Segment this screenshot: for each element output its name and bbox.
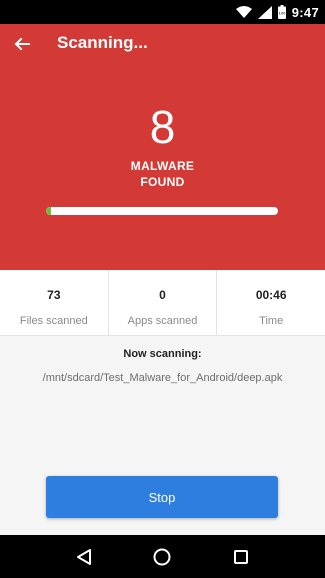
status-time: 9:47	[291, 4, 319, 20]
wifi-icon	[235, 6, 252, 18]
status-bar: 100 9:47	[0, 0, 325, 24]
stat-value: 00:46	[255, 288, 287, 302]
recents-square-icon	[233, 549, 248, 564]
malware-count: 8	[149, 101, 176, 153]
navigation-bar	[0, 535, 325, 578]
scan-header: Scanning... 8 MALWARE FOUND	[0, 24, 325, 270]
stat-files-scanned: 73 Files scanned	[0, 270, 109, 335]
scan-progress-bar	[46, 207, 278, 215]
arrow-left-icon	[14, 37, 30, 51]
stat-value: 0	[159, 288, 166, 302]
stat-label: Files scanned	[19, 315, 88, 327]
svg-text:100: 100	[278, 11, 285, 16]
status-label-line2: FOUND	[140, 175, 185, 189]
battery-icon: 100	[277, 5, 286, 19]
stop-button[interactable]: Stop	[46, 476, 278, 518]
nav-back-button[interactable]	[72, 545, 96, 569]
nav-recents-button[interactable]	[229, 545, 253, 569]
stat-value: 73	[47, 288, 61, 302]
page-title: Scanning...	[57, 33, 148, 52]
now-scanning-label: Now scanning:	[123, 348, 202, 360]
stats-panel: 73 Files scanned 0 Apps scanned 00:46 Ti…	[0, 270, 325, 336]
scanning-file-path: /mnt/sdcard/Test_Malware_for_Android/dee…	[42, 372, 283, 384]
signal-icon	[257, 5, 272, 19]
scan-progress-fill	[46, 207, 51, 215]
nav-home-button[interactable]	[150, 545, 174, 569]
malware-found-label: MALWARE FOUND	[0, 158, 325, 190]
stat-apps-scanned: 0 Apps scanned	[109, 270, 218, 335]
status-icons: 100 9:47	[235, 0, 319, 24]
stat-time: 00:46 Time	[217, 270, 325, 335]
back-triangle-icon	[77, 548, 92, 565]
back-button[interactable]	[10, 32, 34, 56]
home-circle-icon	[153, 548, 171, 565]
stat-label: Apps scanned	[127, 315, 198, 327]
status-label-line1: MALWARE	[130, 159, 195, 173]
stat-label: Time	[259, 315, 284, 327]
